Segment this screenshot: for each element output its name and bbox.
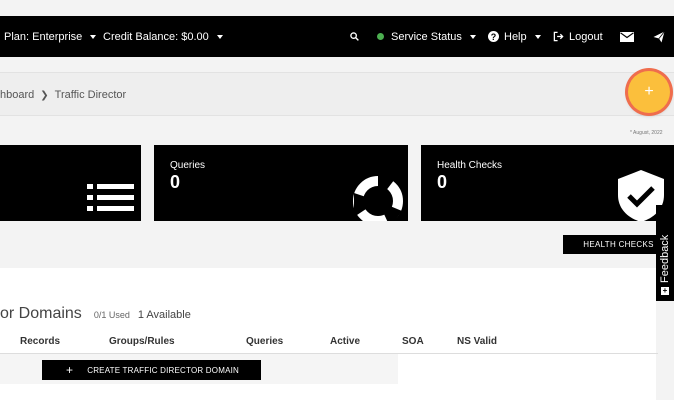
column-header-ns-valid[interactable]: NS Valid [457, 336, 497, 347]
help-dropdown[interactable]: ? Help [488, 16, 541, 57]
chevron-down-icon [469, 34, 476, 39]
create-domain-label: CREATE TRAFFIC DIRECTOR DOMAIN [87, 365, 240, 375]
chevron-down-icon [216, 34, 223, 39]
breadcrumb-bar: hboard ❯ Traffic Director [0, 72, 674, 116]
column-header-records[interactable]: Records [20, 336, 60, 347]
breadcrumb-current: Traffic Director [54, 89, 127, 101]
column-header-active[interactable]: Active [330, 336, 360, 347]
mail-icon [620, 31, 634, 42]
logout-icon [553, 31, 564, 42]
plus-icon: + [661, 286, 669, 295]
chevron-right-icon: ❯ [40, 89, 49, 101]
credit-balance-dropdown[interactable]: Credit Balance: $0.00 [103, 16, 223, 57]
search-icon [350, 32, 359, 41]
domains-available-count: 1 Available [137, 309, 191, 321]
logout-button[interactable]: Logout [553, 16, 603, 57]
donut-icon [353, 175, 403, 221]
logout-label: Logout [569, 30, 603, 43]
health-checks-card: Health Checks 0 [421, 145, 674, 221]
plan-label: Plan: Enterprise [4, 30, 83, 43]
search-button[interactable] [350, 16, 359, 57]
status-ok-icon [377, 33, 384, 40]
feedback-tab[interactable]: + Feedback [656, 205, 674, 301]
plus-icon: + [66, 363, 74, 377]
health-checks-card-value: 0 [437, 172, 448, 192]
chevron-down-icon [90, 34, 97, 39]
service-status-label: Service Status [391, 30, 462, 43]
queries-card-label: Queries [170, 160, 206, 171]
plan-dropdown[interactable]: Plan: Enterprise [4, 16, 97, 57]
help-label: Help [504, 30, 527, 43]
domains-used-count: 0/1 Used [93, 310, 130, 320]
domains-title: or Domains [0, 305, 82, 322]
list-icon [87, 184, 134, 211]
top-nav-bar: Plan: Enterprise Credit Balance: $0.00 S… [0, 16, 674, 57]
chevron-down-icon [534, 34, 541, 39]
paper-plane-icon [653, 30, 665, 42]
date-note: * August, 2022 [630, 130, 663, 136]
breadcrumb: hboard ❯ Traffic Director [0, 73, 126, 117]
domains-header: or Domains 0/1 Used 1 Available [0, 305, 191, 323]
help-icon: ? [488, 31, 499, 42]
send-button[interactable] [653, 16, 665, 57]
health-checks-card-label: Health Checks [437, 160, 503, 171]
column-header-queries[interactable]: Queries [246, 336, 283, 347]
feedback-label: Feedback [659, 234, 671, 283]
column-header-groups-rules[interactable]: Groups/Rules [109, 336, 175, 347]
records-card [0, 145, 141, 221]
plus-icon: + [644, 83, 654, 100]
messages-button[interactable] [620, 16, 634, 57]
column-header-soa[interactable]: SOA [402, 336, 424, 347]
breadcrumb-dashboard-link[interactable]: hboard [0, 89, 34, 101]
queries-card: Queries 0 [154, 145, 408, 221]
service-status-dropdown[interactable]: Service Status [377, 16, 476, 57]
create-domain-button[interactable]: + CREATE TRAFFIC DIRECTOR DOMAIN [42, 360, 261, 380]
credit-balance-label: Credit Balance: $0.00 [103, 30, 209, 43]
add-fab-button[interactable]: + [628, 71, 670, 113]
queries-card-value: 0 [170, 172, 181, 192]
